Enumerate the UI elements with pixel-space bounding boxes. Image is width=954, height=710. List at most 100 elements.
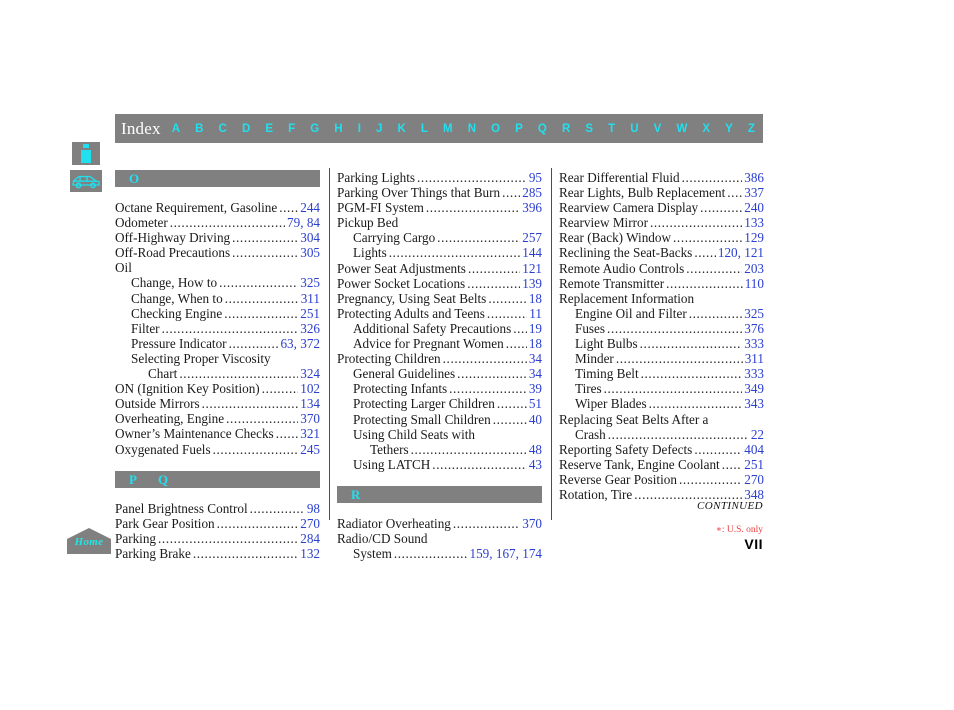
index-entry-pages[interactable]: 370 <box>522 516 542 531</box>
index-entry[interactable]: Fuses...................................… <box>559 321 764 336</box>
index-entry[interactable]: PGM-FI System...........................… <box>337 200 542 215</box>
alpha-link-l[interactable]: L <box>421 123 428 135</box>
index-entry[interactable]: Lights..................................… <box>337 245 542 260</box>
index-entry[interactable]: Rearview Mirror.........................… <box>559 215 764 230</box>
index-entry-pages[interactable]: 349 <box>744 381 764 396</box>
index-entry-pages[interactable]: 40 <box>529 412 542 427</box>
index-entry[interactable]: Protecting Children.....................… <box>337 351 542 366</box>
alpha-link-n[interactable]: N <box>468 123 476 135</box>
index-entry[interactable]: Reporting Safety Defects................… <box>559 442 764 457</box>
index-entry-pages[interactable]: 333 <box>744 366 764 381</box>
index-entry-pages[interactable]: 386 <box>744 170 764 185</box>
alpha-link-s[interactable]: S <box>585 123 593 135</box>
index-entry-pages[interactable]: 39 <box>529 381 542 396</box>
index-entry-pages[interactable]: 245 <box>300 442 320 457</box>
index-entry-pages[interactable]: 311 <box>301 291 320 306</box>
index-entry[interactable]: Advice for Pregnant Women...............… <box>337 336 542 351</box>
index-entry[interactable]: Additional Safety Precautions...........… <box>337 321 542 336</box>
index-entry[interactable]: Change, When to.........................… <box>115 291 320 306</box>
index-entry[interactable]: Chart...................................… <box>115 366 320 381</box>
index-entry[interactable]: Checking Engine.........................… <box>115 306 320 321</box>
index-entry[interactable]: Octane Requirement, Gasoline............… <box>115 200 320 215</box>
index-entry[interactable]: System..................................… <box>337 546 542 561</box>
index-entry[interactable]: Parking Lights..........................… <box>337 170 542 185</box>
index-entry[interactable]: Minder..................................… <box>559 351 764 366</box>
index-entry[interactable]: Change, How to..........................… <box>115 275 320 290</box>
alpha-link-z[interactable]: Z <box>748 123 755 135</box>
index-entry-pages[interactable]: 102 <box>300 381 320 396</box>
alpha-link-q[interactable]: Q <box>538 123 547 135</box>
index-entry-pages[interactable]: 110 <box>745 276 764 291</box>
index-entry[interactable]: Parking Brake...........................… <box>115 546 320 561</box>
alpha-link-j[interactable]: J <box>376 123 382 135</box>
index-entry[interactable]: Protecting Small Children...............… <box>337 412 542 427</box>
index-entry[interactable]: Off-Highway Driving.....................… <box>115 230 320 245</box>
index-entry-pages[interactable]: 240 <box>744 200 764 215</box>
alpha-link-b[interactable]: B <box>195 123 203 135</box>
index-entry-pages[interactable]: 376 <box>744 321 764 336</box>
alpha-link-a[interactable]: A <box>172 123 180 135</box>
index-entry-pages[interactable]: 337 <box>744 185 764 200</box>
index-entry[interactable]: Light Bulbs.............................… <box>559 336 764 351</box>
index-entry[interactable]: Rear Differential Fluid.................… <box>559 170 764 185</box>
alpha-link-g[interactable]: G <box>310 123 319 135</box>
index-entry[interactable]: Rear (Back) Window......................… <box>559 230 764 245</box>
index-entry-pages[interactable]: 134 <box>300 396 320 411</box>
alpha-link-r[interactable]: R <box>562 123 570 135</box>
alpha-link-m[interactable]: M <box>443 123 453 135</box>
index-entry[interactable]: Reclining the Seat-Backs................… <box>559 245 764 260</box>
index-entry-pages[interactable]: 270 <box>744 472 764 487</box>
index-entry[interactable]: Protecting Larger Children..............… <box>337 396 542 411</box>
index-entry-pages[interactable]: 285 <box>522 185 542 200</box>
alpha-link-i[interactable]: I <box>358 123 361 135</box>
alpha-link-e[interactable]: E <box>265 123 273 135</box>
index-entry-pages[interactable]: 270 <box>300 516 320 531</box>
index-entry[interactable]: General Guidelines......................… <box>337 366 542 381</box>
info-icon-button[interactable] <box>72 142 100 165</box>
index-entry[interactable]: Rear Lights, Bulb Replacement...........… <box>559 185 764 200</box>
index-entry[interactable]: Tethers.................................… <box>337 442 542 457</box>
index-entry[interactable]: Odometer................................… <box>115 215 320 230</box>
index-entry[interactable]: Using LATCH.............................… <box>337 457 542 472</box>
index-entry[interactable]: Off-Road Precautions....................… <box>115 245 320 260</box>
index-entry-pages[interactable]: 48 <box>529 442 542 457</box>
alpha-link-y[interactable]: Y <box>725 123 733 135</box>
index-entry-pages[interactable]: 133 <box>744 215 764 230</box>
alpha-link-u[interactable]: U <box>630 123 638 135</box>
index-entry-pages[interactable]: 34 <box>529 351 542 366</box>
index-entry[interactable]: Remote Transmitter......................… <box>559 276 764 291</box>
index-entry-pages[interactable]: 18 <box>529 336 542 351</box>
index-entry-pages[interactable]: 129 <box>744 230 764 245</box>
index-entry-pages[interactable]: 370 <box>300 411 320 426</box>
alpha-link-d[interactable]: D <box>242 123 250 135</box>
index-entry-pages[interactable]: 203 <box>744 261 764 276</box>
index-entry[interactable]: Outside Mirrors.........................… <box>115 396 320 411</box>
index-entry-pages[interactable]: 132 <box>300 546 320 561</box>
index-entry[interactable]: Radiator Overheating....................… <box>337 516 542 531</box>
index-entry-pages[interactable]: 251 <box>744 457 764 472</box>
index-entry-pages[interactable]: 98 <box>307 501 320 516</box>
index-entry[interactable]: Panel Brightness Control................… <box>115 501 320 516</box>
index-entry-pages[interactable]: 19 <box>529 321 542 336</box>
index-entry[interactable]: Protecting Adults and Teens.............… <box>337 306 542 321</box>
index-entry[interactable]: Reserve Tank, Engine Coolant............… <box>559 457 764 472</box>
index-entry[interactable]: Rearview Camera Display.................… <box>559 200 764 215</box>
index-entry-pages[interactable]: 305 <box>300 245 320 260</box>
index-entry-pages[interactable]: 34 <box>529 366 542 381</box>
index-entry-pages[interactable]: 304 <box>300 230 320 245</box>
index-entry[interactable]: ON (Ignition Key Position)..............… <box>115 381 320 396</box>
index-entry-pages[interactable]: 284 <box>300 531 320 546</box>
index-entry[interactable]: Crash...................................… <box>559 427 764 442</box>
index-entry[interactable]: Owner’s Maintenance Checks..............… <box>115 426 320 441</box>
index-entry[interactable]: Power Seat Adjustments..................… <box>337 261 542 276</box>
index-entry-pages[interactable]: 79, 84 <box>287 215 320 230</box>
vehicle-icon-button[interactable] <box>70 170 102 192</box>
index-entry[interactable]: Carrying Cargo..........................… <box>337 230 542 245</box>
alpha-link-p[interactable]: P <box>515 123 523 135</box>
index-entry[interactable]: Engine Oil and Filter...................… <box>559 306 764 321</box>
index-entry[interactable]: Filter..................................… <box>115 321 320 336</box>
index-entry-pages[interactable]: 324 <box>300 366 320 381</box>
index-entry-pages[interactable]: 120, 121 <box>718 245 764 260</box>
alpha-link-x[interactable]: X <box>702 123 710 135</box>
index-entry[interactable]: Power Socket Locations..................… <box>337 276 542 291</box>
